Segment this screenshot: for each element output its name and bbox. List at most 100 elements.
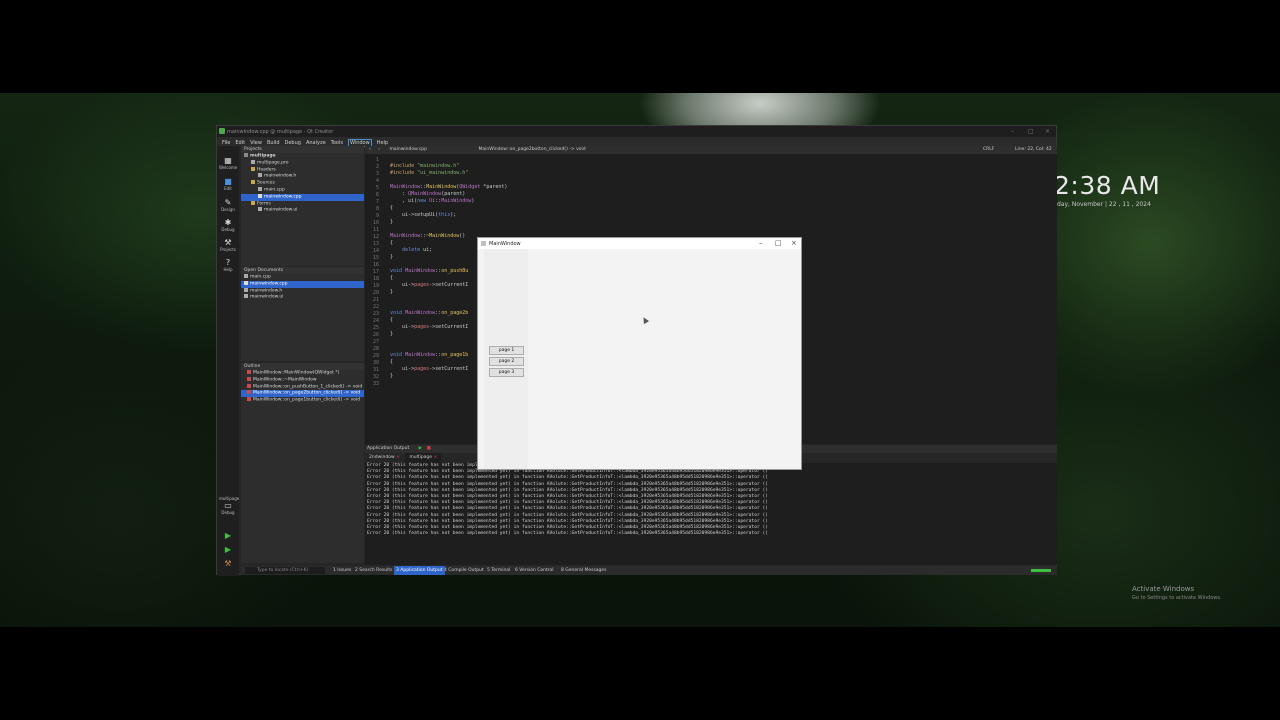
grid-icon: ▦ xyxy=(224,156,232,165)
tree-item-mainwindow-h[interactable]: mainwindow.h xyxy=(241,173,364,180)
mode-selector: ▦ Welcome ■ Edit ✎ Design ✱ Debug ⚒ Projects … xyxy=(217,146,239,576)
forward-icon[interactable]: › xyxy=(378,147,380,152)
tree-item-sources[interactable]: Sources xyxy=(241,180,364,187)
build-progress-bar xyxy=(1031,569,1051,572)
editor-file-selector[interactable]: mainwindow.cpp xyxy=(390,147,428,152)
file-icon xyxy=(244,280,248,285)
mode-label: Welcome xyxy=(219,165,238,170)
tree-item-project[interactable]: multipage xyxy=(241,153,364,160)
mode-help[interactable]: ? Help xyxy=(219,258,237,272)
editor-encoding[interactable]: CRLF xyxy=(983,146,994,154)
application-output[interactable]: Error 20 (this feature has not been impl… xyxy=(365,463,1057,565)
status-tab-compile-output[interactable]: 4 Compile Output xyxy=(444,566,484,575)
play-icon: ▶ xyxy=(224,531,232,540)
activate-windows-watermark: Activate Windows Go to Settings to activ… xyxy=(1132,585,1222,601)
tree-item-forms[interactable]: Forms xyxy=(241,200,364,208)
file-icon xyxy=(244,274,248,278)
minimize-icon[interactable]: – xyxy=(1011,128,1014,135)
outline-item[interactable]: MainWindow::MainWindow(QWidget *) xyxy=(241,370,364,377)
status-tab-version-control[interactable]: 6 Version Control xyxy=(515,566,554,575)
page-1-button[interactable]: page 1 xyxy=(489,346,524,355)
app-main-window: MainWindow – □ × page 1 page 2 page 3 xyxy=(477,237,802,470)
close-tab-icon[interactable]: × xyxy=(396,455,400,460)
maximize-icon[interactable]: □ xyxy=(775,239,782,247)
page-2-button[interactable]: page 2 xyxy=(489,357,524,366)
file-icon xyxy=(258,193,262,198)
open-documents-pane: Open Documents main.cpp mainwindow.cpp m… xyxy=(241,267,364,361)
method-icon xyxy=(247,383,251,388)
output-tab-multipage[interactable]: multipage × xyxy=(405,453,442,463)
outline-item-label: MainWindow::on_page2button_clicked() -> … xyxy=(253,390,361,396)
tree-item-headers[interactable]: Headers xyxy=(241,166,364,174)
mode-projects[interactable]: ⚒ Projects xyxy=(219,238,237,252)
wrench-icon: ⚒ xyxy=(224,238,232,247)
tree-item-label: Headers xyxy=(257,167,276,173)
outline-item[interactable]: MainWindow::on_page2button_clicked() -> … xyxy=(241,390,364,398)
tree-item-mainwindow-ui[interactable]: mainwindow.ui xyxy=(241,207,364,214)
run-output-icon[interactable]: ▶ xyxy=(419,446,422,451)
build-button[interactable]: ⚒ xyxy=(219,559,237,568)
desktop-clock: 2:38 AM xyxy=(1054,171,1161,200)
open-doc-item[interactable]: mainwindow.cpp xyxy=(241,280,364,288)
outline-item-label: MainWindow::on_pushButton_1_clicked() ->… xyxy=(253,384,363,390)
output-tab-label: multipage xyxy=(409,455,433,460)
status-tab-application-output[interactable]: 3 Application Output xyxy=(394,566,445,575)
status-tab-general-messages[interactable]: 8 General Messages xyxy=(561,566,607,575)
open-documents-label: Open Documents xyxy=(244,268,284,273)
editor-cursor-position[interactable]: Line: 22, Col: 42 xyxy=(1015,146,1052,154)
page-3-button[interactable]: page 3 xyxy=(489,368,524,377)
close-icon[interactable]: × xyxy=(791,239,797,247)
open-doc-item[interactable]: main.cpp xyxy=(241,274,364,281)
desktop-date: day, November | 22 , 11 , 2024 xyxy=(1057,201,1151,208)
line-number-gutter: 1 2 3 4 5 6 7 8 9 10 11 12 13 14 15 16 17 18 19 20 21 22 23 24 2… xyxy=(372,157,379,387)
tree-item-mainwindow-cpp[interactable]: mainwindow.cpp xyxy=(241,193,364,201)
mode-edit[interactable]: ■ Edit xyxy=(219,177,237,191)
method-icon xyxy=(247,370,251,374)
qtc-titlebar[interactable]: mainwindow.cpp @ multipage - Qt Creator … xyxy=(217,126,1056,137)
file-icon xyxy=(244,294,248,299)
bug-icon: ✱ xyxy=(224,218,232,227)
debug-run-button[interactable]: ▶ xyxy=(219,545,237,554)
open-doc-item[interactable]: mainwindow.ui xyxy=(241,294,364,301)
app-titlebar[interactable]: MainWindow – □ × xyxy=(478,238,801,249)
tree-item-main-cpp[interactable]: main.cpp xyxy=(241,186,364,194)
maximize-icon[interactable]: □ xyxy=(1028,128,1034,135)
open-doc-item[interactable]: mainwindow.h xyxy=(241,287,364,295)
close-icon[interactable]: × xyxy=(1045,128,1050,135)
status-tab-terminal[interactable]: 5 Terminal xyxy=(487,566,510,575)
kit-mode: Debug xyxy=(221,510,235,515)
outline-item[interactable]: MainWindow::on_page1button_clicked() -> … xyxy=(241,397,364,404)
outline-item-label: MainWindow::MainWindow(QWidget *) xyxy=(253,370,340,376)
tree-item-label: mainwindow.h xyxy=(264,173,297,179)
app-central-widget: page 1 page 2 page 3 xyxy=(478,249,801,469)
tree-item-pro[interactable]: multipage.pro xyxy=(241,159,364,167)
editor-toolbar: ‹ › mainwindow.cpp MainWindow::on_page2b… xyxy=(365,146,1057,154)
run-button[interactable]: ▶ xyxy=(219,531,237,540)
editor-symbol-selector[interactable]: MainWindow::on_page2button_clicked() -> … xyxy=(478,147,585,152)
mode-debug[interactable]: ✱ Debug xyxy=(219,218,237,232)
locator-input[interactable]: Type to locate (Ctrl+K) xyxy=(245,567,325,574)
monitor-icon: ▭ xyxy=(224,501,232,510)
status-tab-search-results[interactable]: 2 Search Results xyxy=(355,566,392,575)
mode-label: Projects xyxy=(220,247,236,252)
outline-item-label: MainWindow::~MainWindow xyxy=(253,377,317,383)
output-tab-2ndwindow[interactable]: 2ndwindow × xyxy=(365,453,404,463)
qt-creator-icon xyxy=(219,128,225,134)
mode-welcome[interactable]: ▦ Welcome xyxy=(219,156,237,170)
output-line: Error 20 (this feature has not been impl… xyxy=(367,531,769,537)
projects-header: Projects xyxy=(241,146,364,153)
stop-icon[interactable]: ■ xyxy=(427,446,431,451)
file-icon xyxy=(251,159,255,164)
outline-item[interactable]: MainWindow::~MainWindow xyxy=(241,376,364,384)
kit-selector[interactable]: multipage ▭ Debug xyxy=(219,496,239,515)
outline-item[interactable]: MainWindow::on_pushButton_1_clicked() ->… xyxy=(241,383,364,391)
mode-label: Edit xyxy=(224,186,232,191)
mode-design[interactable]: ✎ Design xyxy=(219,198,237,212)
close-tab-icon[interactable]: × xyxy=(434,455,438,460)
status-tab-issues[interactable]: 1 Issues xyxy=(333,566,351,575)
back-icon[interactable]: ‹ xyxy=(369,147,371,152)
minimize-icon[interactable]: – xyxy=(759,239,763,247)
locator-placeholder: Type to locate (Ctrl+K) xyxy=(257,568,309,573)
outline-header: Outline xyxy=(241,363,364,370)
hammer-icon: ⚒ xyxy=(224,559,232,568)
